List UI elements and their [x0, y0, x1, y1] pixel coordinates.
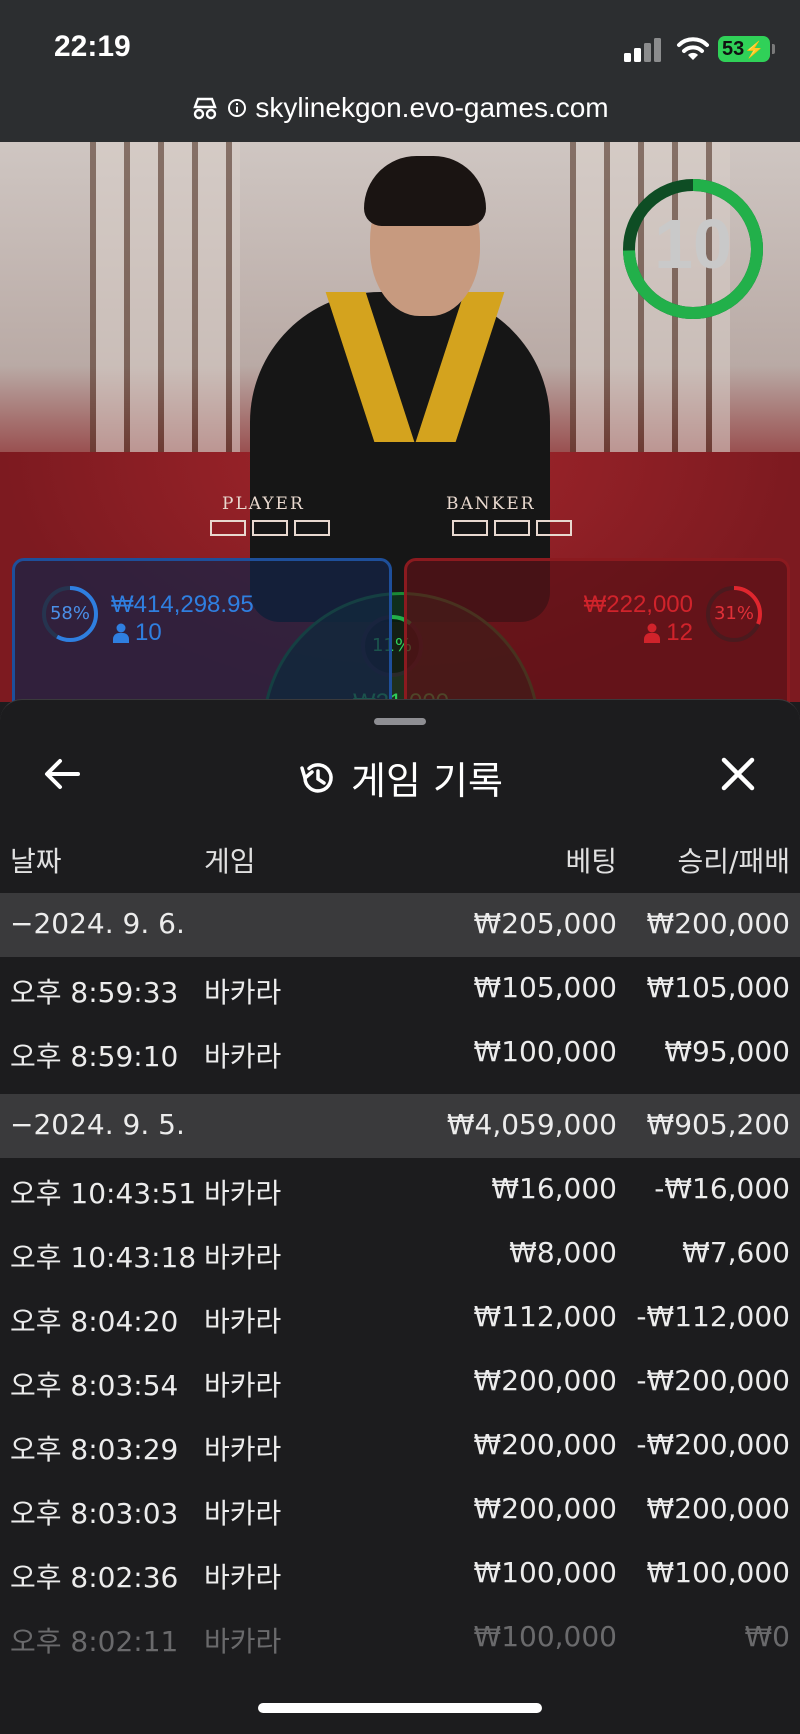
cellular-signal-icon [624, 36, 664, 62]
status-time: 22:19 [54, 30, 131, 63]
table-row[interactable]: 오후 8:03:29 바카라 ₩200,000 -₩200,000 [0, 1414, 800, 1478]
game-history-sheet: 게임 기록 날짜 게임 베팅 승리/패배 −2024. 9. 6. ₩205,00… [0, 699, 800, 1734]
close-icon[interactable] [716, 752, 760, 796]
row-date: 오후 8:03:54 [10, 1369, 179, 1402]
row-bet: ₩105,000 [473, 971, 617, 1004]
table-row[interactable]: 오후 8:04:20 바카라 ₩112,000 -₩112,000 [0, 1286, 800, 1350]
status-bar: 22:19 53⚡ [0, 0, 800, 92]
incognito-icon [193, 97, 218, 120]
row-bet: ₩100,000 [473, 1556, 617, 1589]
row-date: 오후 10:43:18 [10, 1241, 197, 1274]
decor-screen-left [90, 142, 240, 462]
home-indicator[interactable] [258, 1703, 542, 1713]
row-bet: ₩200,000 [473, 1428, 617, 1461]
row-winloss: ₩905,200 [646, 1108, 790, 1141]
row-winloss: ₩200,000 [646, 907, 790, 940]
row-bet: ₩16,000 [491, 1172, 617, 1205]
countdown-timer: 10 [654, 205, 732, 283]
player-percent: 58% [49, 603, 90, 624]
sheet-drag-handle[interactable] [374, 718, 426, 725]
banker-bettors-count: 12 [666, 619, 693, 646]
sheet-title: 게임 기록 [0, 750, 800, 805]
battery-icon: 53⚡ [718, 36, 775, 62]
row-date: −2024. 9. 5. [10, 1108, 185, 1141]
table-row[interactable]: 오후 8:03:54 바카라 ₩200,000 -₩200,000 [0, 1350, 800, 1414]
banker-percent: 31% [713, 603, 754, 624]
row-date: 오후 10:43:51 [10, 1177, 197, 1210]
row-game: 바카라 [204, 1497, 282, 1530]
row-bet: ₩205,000 [473, 907, 617, 940]
row-winloss: -₩200,000 [636, 1428, 790, 1461]
row-bet: ₩100,000 [473, 1035, 617, 1068]
player-amount: ₩414,298.95 [111, 591, 254, 618]
row-game: 바카라 [204, 1369, 282, 1402]
player-bettors-count: 10 [135, 619, 162, 646]
row-winloss: ₩200,000 [646, 1492, 790, 1525]
banker-bettors: 12 [644, 619, 693, 647]
info-icon[interactable] [227, 98, 247, 118]
row-bet: ₩200,000 [473, 1364, 617, 1397]
row-bet: ₩8,000 [509, 1236, 617, 1269]
row-game: 바카라 [204, 1561, 282, 1594]
row-winloss: ₩100,000 [646, 1556, 790, 1589]
row-date: 오후 8:59:10 [10, 1040, 179, 1073]
table-row[interactable]: 오후 10:43:51 바카라 ₩16,000 -₩16,000 [0, 1158, 800, 1222]
column-header-game: 게임 [204, 845, 256, 878]
row-game: 바카라 [204, 1433, 282, 1466]
table-row[interactable]: 오후 8:03:03 바카라 ₩200,000 ₩200,000 [0, 1478, 800, 1542]
row-date: 오후 8:02:36 [10, 1561, 179, 1594]
history-icon [300, 762, 333, 793]
felt-label-player: PLAYER [222, 494, 305, 514]
column-header-winloss: 승리/패배 [677, 845, 790, 878]
row-game: 바카라 [204, 1040, 282, 1073]
row-bet: ₩112,000 [473, 1300, 617, 1333]
row-game: 바카라 [204, 1625, 282, 1658]
row-winloss: ₩105,000 [646, 971, 790, 1004]
row-winloss: -₩16,000 [654, 1172, 790, 1205]
wifi-icon [677, 37, 709, 60]
row-winloss: ₩95,000 [664, 1035, 790, 1068]
row-game: 바카라 [204, 1305, 282, 1338]
row-game: 바카라 [204, 976, 282, 1009]
row-bet: ₩200,000 [473, 1492, 617, 1525]
table-row[interactable]: 오후 8:59:10 바카라 ₩100,000 ₩95,000 [0, 1021, 800, 1085]
row-bet: ₩4,059,000 [446, 1108, 617, 1141]
felt-label-banker: BANKER [446, 494, 536, 514]
table-row[interactable]: 오후 10:43:18 바카라 ₩8,000 ₩7,600 [0, 1222, 800, 1286]
row-date: 오후 8:03:29 [10, 1433, 179, 1466]
table-row[interactable]: 오후 8:02:11 바카라 ₩100,000 ₩0 [0, 1606, 800, 1670]
row-date: 오후 8:59:33 [10, 976, 179, 1009]
row-winloss: ₩0 [744, 1620, 791, 1653]
player-bettors: 10 [113, 619, 162, 647]
table-row[interactable]: 오후 8:59:33 바카라 ₩105,000 ₩105,000 [0, 957, 800, 1021]
row-winloss: ₩7,600 [682, 1236, 790, 1269]
url-text: skylinekgon.evo-games.com [255, 92, 609, 123]
table-row[interactable]: 오후 8:02:36 바카라 ₩100,000 ₩100,000 [0, 1542, 800, 1606]
date-group-row[interactable]: −2024. 9. 5. ₩4,059,000 ₩905,200 [0, 1094, 800, 1158]
battery-level: 53 [722, 38, 745, 60]
row-game: 바카라 [204, 1241, 282, 1274]
row-date: 오후 8:03:03 [10, 1497, 179, 1530]
date-group-row[interactable]: −2024. 9. 6. ₩205,000 ₩200,000 [0, 893, 800, 957]
row-bet: ₩100,000 [473, 1620, 617, 1653]
bet-spot-player[interactable]: 58% ₩414,298.95 10 [12, 558, 392, 718]
browser-url-bar[interactable]: skylinekgon.evo-games.com [0, 92, 800, 142]
column-header-bet: 베팅 [565, 845, 617, 878]
row-winloss: -₩112,000 [636, 1300, 790, 1333]
row-date: 오후 8:04:20 [10, 1305, 179, 1338]
user-icon [644, 623, 661, 643]
row-date: 오후 8:02:11 [10, 1625, 179, 1658]
column-header-date: 날짜 [10, 845, 62, 878]
banker-amount: ₩222,000 [583, 591, 693, 618]
sheet-title-text: 게임 기록 [351, 759, 503, 803]
bet-spot-banker[interactable]: 31% ₩222,000 12 [404, 558, 790, 718]
row-winloss: -₩200,000 [636, 1364, 790, 1397]
row-date: −2024. 9. 6. [10, 907, 185, 940]
user-icon [113, 623, 129, 643]
row-game: 바카라 [204, 1177, 282, 1210]
